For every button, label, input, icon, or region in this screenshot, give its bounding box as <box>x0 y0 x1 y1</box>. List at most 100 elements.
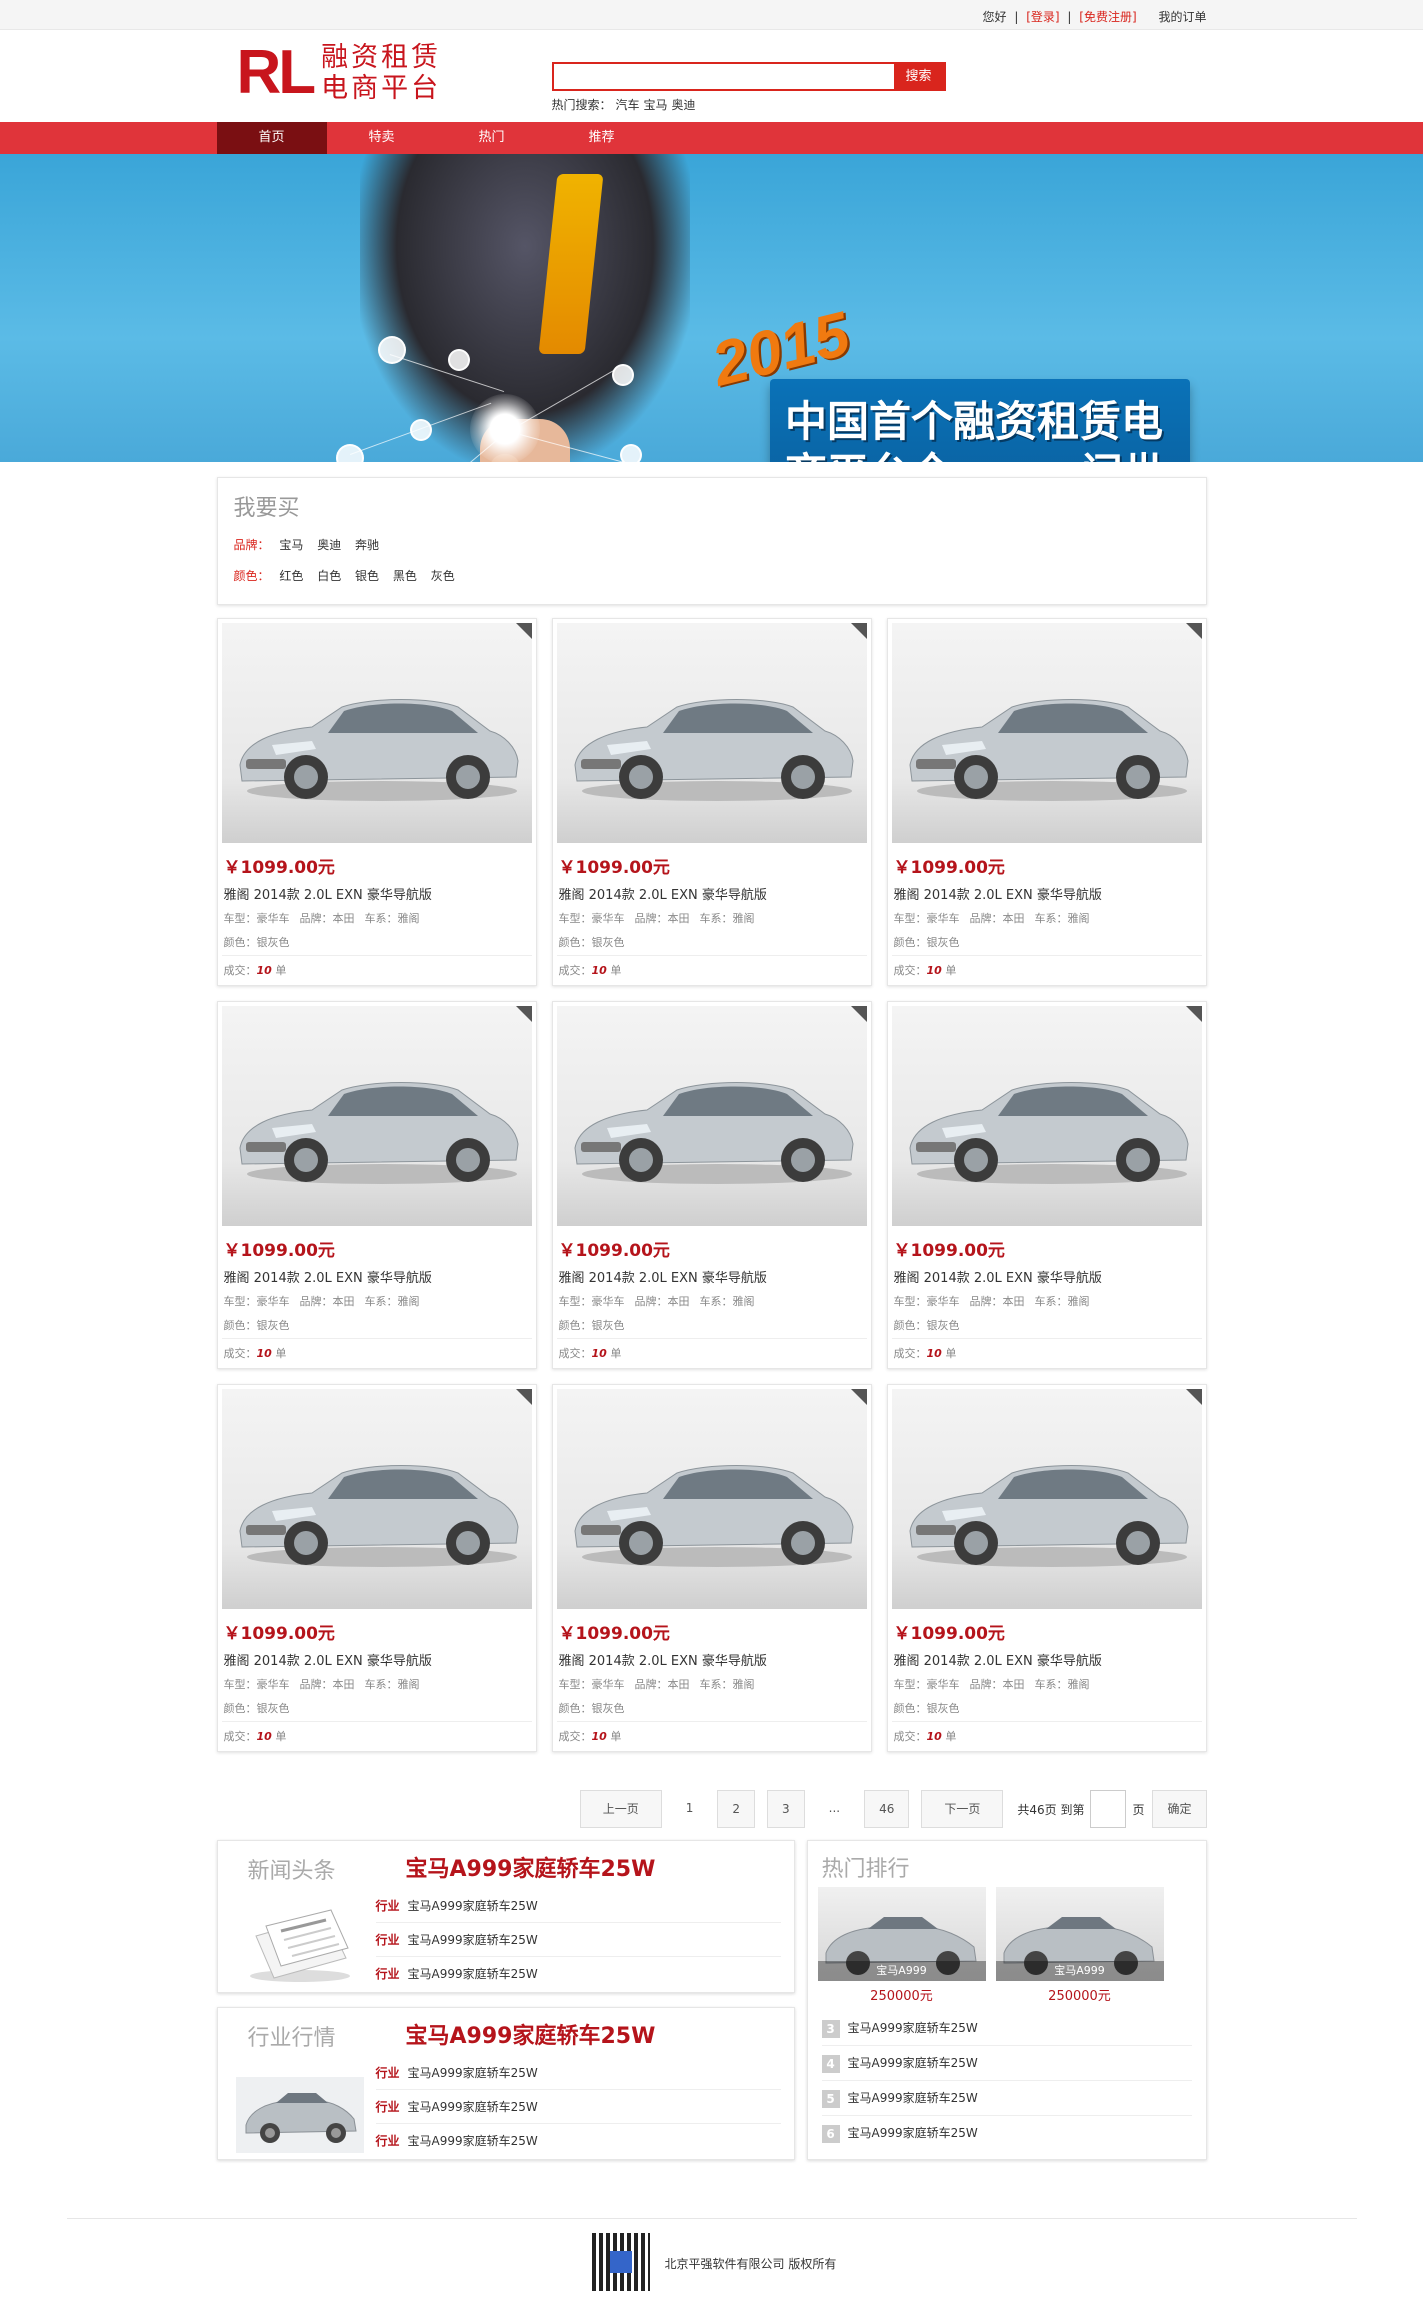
page-unit: 页 <box>1132 1802 1145 1817</box>
next-page-button[interactable]: 下一页 <box>921 1790 1004 1828</box>
hot-term[interactable]: 汽车 <box>616 98 640 112</box>
color-option[interactable]: 黑色 <box>393 569 417 583</box>
product-image[interactable] <box>891 1006 1202 1226</box>
search-button[interactable]: 搜索 <box>893 64 944 89</box>
corner-mark <box>1185 1006 1202 1022</box>
hot-product-image[interactable]: 宝马A999 <box>817 1887 986 1981</box>
product-color: 颜色：银灰色 <box>893 1319 960 1332</box>
market-item[interactable]: 行业 宝马A999家庭轿车25W <box>375 2056 781 2090</box>
product-image[interactable] <box>221 1006 532 1226</box>
color-option[interactable]: 红色 <box>279 569 303 583</box>
ranking-item[interactable]: 3 宝马A999家庭轿车25W <box>821 2011 1192 2046</box>
product-name[interactable]: 雅阁 2014款 2.0L EXN 豪华导航版 <box>557 884 867 903</box>
product-name[interactable]: 雅阁 2014款 2.0L EXN 豪华导航版 <box>892 1650 1202 1669</box>
product-price: ￥1099.00元 <box>558 1624 670 1644</box>
top-links: 您好 | [登录] | [免费注册] 我的订单 <box>982 10 1207 24</box>
product-card[interactable]: ￥1099.00元 雅阁 2014款 2.0L EXN 豪华导航版 车型：豪华车 品牌… <box>886 1001 1207 1369</box>
hot-product[interactable]: 宝马A999 250000元 <box>817 1887 986 2004</box>
product-card[interactable]: ￥1099.00元 雅阁 2014款 2.0L EXN 豪华导航版 车型：豪华车 品牌… <box>551 1384 872 1752</box>
logo-text: 融资租赁 电商平台 <box>321 42 442 104</box>
hot-product[interactable]: 宝马A999 250000元 <box>995 1887 1164 2004</box>
product-name[interactable]: 雅阁 2014款 2.0L EXN 豪华导航版 <box>892 884 1202 903</box>
hot-product-price: 250000元 <box>870 1989 933 2004</box>
hot-term[interactable]: 奥迪 <box>672 98 696 112</box>
nav-item-hot[interactable]: 热门 <box>437 122 547 154</box>
product-deals: 成交：10 单 <box>221 1721 532 1751</box>
product-image[interactable] <box>891 623 1202 843</box>
product-deals: 成交：10 单 <box>891 1721 1202 1751</box>
market-item[interactable]: 行业 宝马A999家庭轿车25W <box>376 2124 781 2158</box>
news-item[interactable]: 行业 宝马A999家庭轿车25W <box>376 1957 781 1991</box>
color-option[interactable]: 白色 <box>317 569 341 583</box>
product-image[interactable] <box>556 623 867 843</box>
hero-banner[interactable]: 2015 中国首个融资租赁电 商平台全问世 新 <box>0 154 1423 462</box>
my-orders-link[interactable]: 我的订单 <box>1158 10 1206 24</box>
news-item[interactable]: 行业 宝马A999家庭轿车25W <box>375 1923 781 1957</box>
product-price: ￥1099.00元 <box>223 1241 335 1261</box>
product-name[interactable]: 雅阁 2014款 2.0L EXN 豪华导航版 <box>892 1267 1202 1286</box>
network-node-icon <box>448 349 470 371</box>
search-input[interactable] <box>553 64 884 88</box>
brand-option[interactable]: 奔驰 <box>355 538 379 552</box>
header: RL 融资租赁 电商平台 搜索 热门搜索： 汽车 宝马 奥迪 <box>217 30 1207 122</box>
page-number-input[interactable] <box>1090 1790 1127 1828</box>
ranking-item[interactable]: 4 宝马A999家庭轿车25W <box>821 2046 1192 2081</box>
main-nav: 首页 特卖 热门 推荐 <box>0 122 1423 154</box>
product-price: ￥1099.00元 <box>893 1624 1005 1644</box>
product-card[interactable]: ￥1099.00元 雅阁 2014款 2.0L EXN 豪华导航版 车型：豪华车 品牌… <box>551 1001 872 1369</box>
market-item[interactable]: 行业 宝马A999家庭轿车25W <box>375 2090 781 2124</box>
page-link[interactable]: 46 <box>864 1790 910 1828</box>
page-link[interactable]: 2 <box>717 1790 755 1828</box>
site-logo[interactable]: RL 融资租赁 电商平台 <box>237 42 442 105</box>
product-card[interactable]: ￥1099.00元 雅阁 2014款 2.0L EXN 豪华导航版 车型：豪华车 品牌… <box>216 1001 537 1369</box>
news-headline[interactable]: 宝马A999家庭轿车25W <box>406 1851 656 1883</box>
prev-page-button[interactable]: 上一页 <box>579 1790 662 1828</box>
hot-term[interactable]: 宝马 <box>644 98 668 112</box>
color-option[interactable]: 银色 <box>355 569 379 583</box>
product-card[interactable]: ￥1099.00元 雅阁 2014款 2.0L EXN 豪华导航版 车型：豪华车 品牌… <box>886 618 1207 986</box>
news-item[interactable]: 行业 宝马A999家庭轿车25W <box>375 1889 781 1923</box>
nav-item-recommend[interactable]: 推荐 <box>547 122 657 154</box>
product-card[interactable]: ￥1099.00元 雅阁 2014款 2.0L EXN 豪华导航版 车型：豪华车 品牌… <box>216 1384 537 1752</box>
product-price: ￥1099.00元 <box>893 858 1005 878</box>
filter-panel: 我要买 品牌： 宝马 奥迪 奔驰 颜色： 红色 白色 银色 黑色 灰色 <box>216 477 1207 605</box>
color-option[interactable]: 灰色 <box>431 569 455 583</box>
product-name[interactable]: 雅阁 2014款 2.0L EXN 豪华导航版 <box>222 884 532 903</box>
page-link[interactable]: 3 <box>766 1790 805 1828</box>
product-color: 颜色：银灰色 <box>558 1702 625 1715</box>
brand-option[interactable]: 奥迪 <box>317 538 341 552</box>
corner-mark <box>515 1389 532 1405</box>
network-node-icon <box>378 336 406 364</box>
hot-ranking: 热门排行 宝马A999 250000元 宝马A999 250000元 3 宝马A… <box>806 1840 1207 2160</box>
product-name[interactable]: 雅阁 2014款 2.0L EXN 豪华导航版 <box>557 1267 867 1286</box>
ranking-item[interactable]: 6 宝马A999家庭轿车25W <box>821 2116 1192 2151</box>
product-name[interactable]: 雅阁 2014款 2.0L EXN 豪华导航版 <box>222 1267 532 1286</box>
confirm-page-button[interactable]: 确定 <box>1152 1790 1207 1828</box>
rank-badge: 3 <box>821 2019 840 2038</box>
product-image[interactable] <box>221 1389 532 1609</box>
copyright-text: 北京平强软件有限公司 版权所有 <box>664 2257 837 2271</box>
login-link[interactable]: [登录] <box>1026 10 1059 24</box>
hot-product-image[interactable]: 宝马A999 <box>995 1887 1164 1981</box>
corner-mark <box>850 1006 867 1022</box>
product-image[interactable] <box>556 1389 867 1609</box>
register-link[interactable]: [免费注册] <box>1079 10 1136 24</box>
market-headline[interactable]: 宝马A999家庭轿车25W <box>406 2018 656 2050</box>
nav-item-sale[interactable]: 特卖 <box>327 122 437 154</box>
product-price: ￥1099.00元 <box>223 858 335 878</box>
car-thumbnail[interactable] <box>235 2063 364 2153</box>
product-image[interactable] <box>891 1389 1202 1609</box>
product-image[interactable] <box>556 1006 867 1226</box>
product-card[interactable]: ￥1099.00元 雅阁 2014款 2.0L EXN 豪华导航版 车型：豪华车 品牌… <box>551 618 872 986</box>
greeting-text: 您好 <box>982 10 1007 24</box>
product-name[interactable]: 雅阁 2014款 2.0L EXN 豪华导航版 <box>222 1650 532 1669</box>
hot-search: 热门搜索： 汽车 宝马 奥迪 <box>552 96 700 113</box>
product-card[interactable]: ￥1099.00元 雅阁 2014款 2.0L EXN 豪华导航版 车型：豪华车 品牌… <box>886 1384 1207 1752</box>
brand-option[interactable]: 宝马 <box>279 538 303 552</box>
product-image[interactable] <box>221 623 532 843</box>
ranking-item[interactable]: 5 宝马A999家庭轿车25W <box>821 2081 1192 2116</box>
product-name[interactable]: 雅阁 2014款 2.0L EXN 豪华导航版 <box>557 1650 867 1669</box>
page-link[interactable]: 1 <box>674 1790 706 1828</box>
product-card[interactable]: ￥1099.00元 雅阁 2014款 2.0L EXN 豪华导航版 车型：豪华车 品牌… <box>216 618 537 986</box>
nav-item-home[interactable]: 首页 <box>216 122 327 154</box>
